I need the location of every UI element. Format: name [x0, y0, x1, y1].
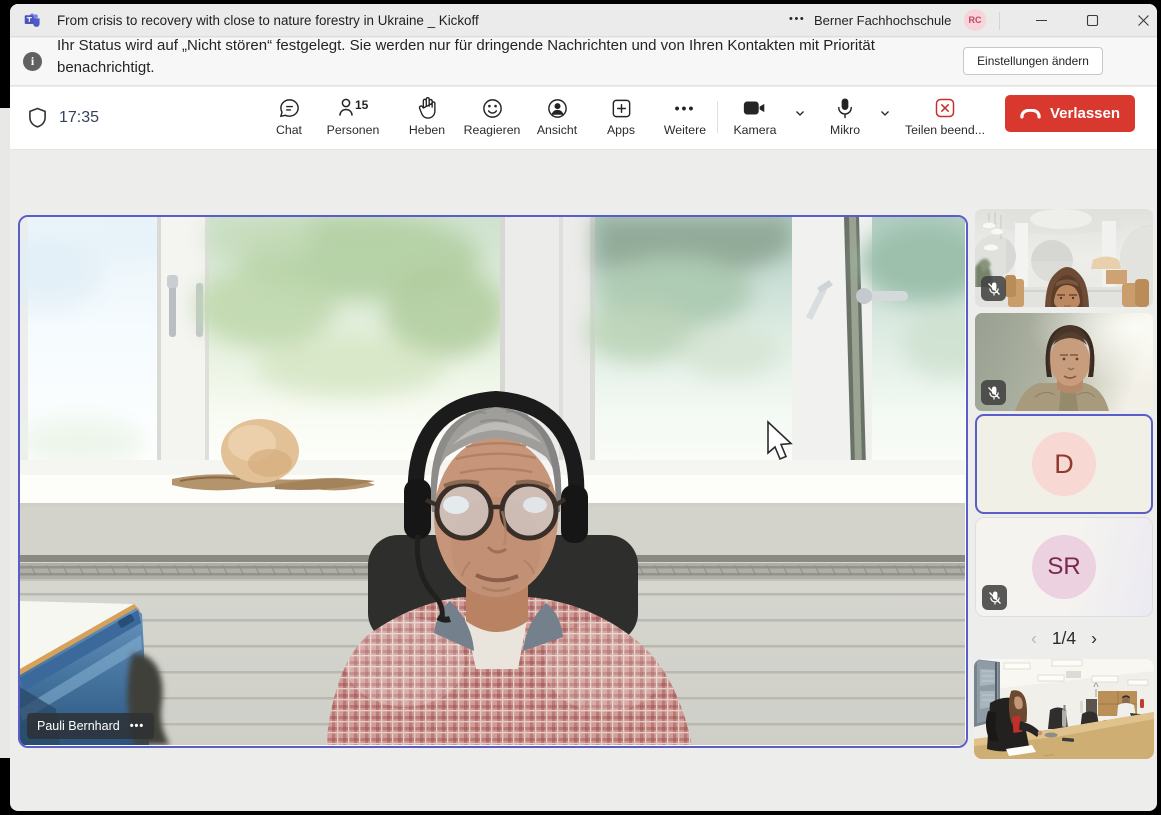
svg-text:15: 15 [355, 98, 369, 112]
